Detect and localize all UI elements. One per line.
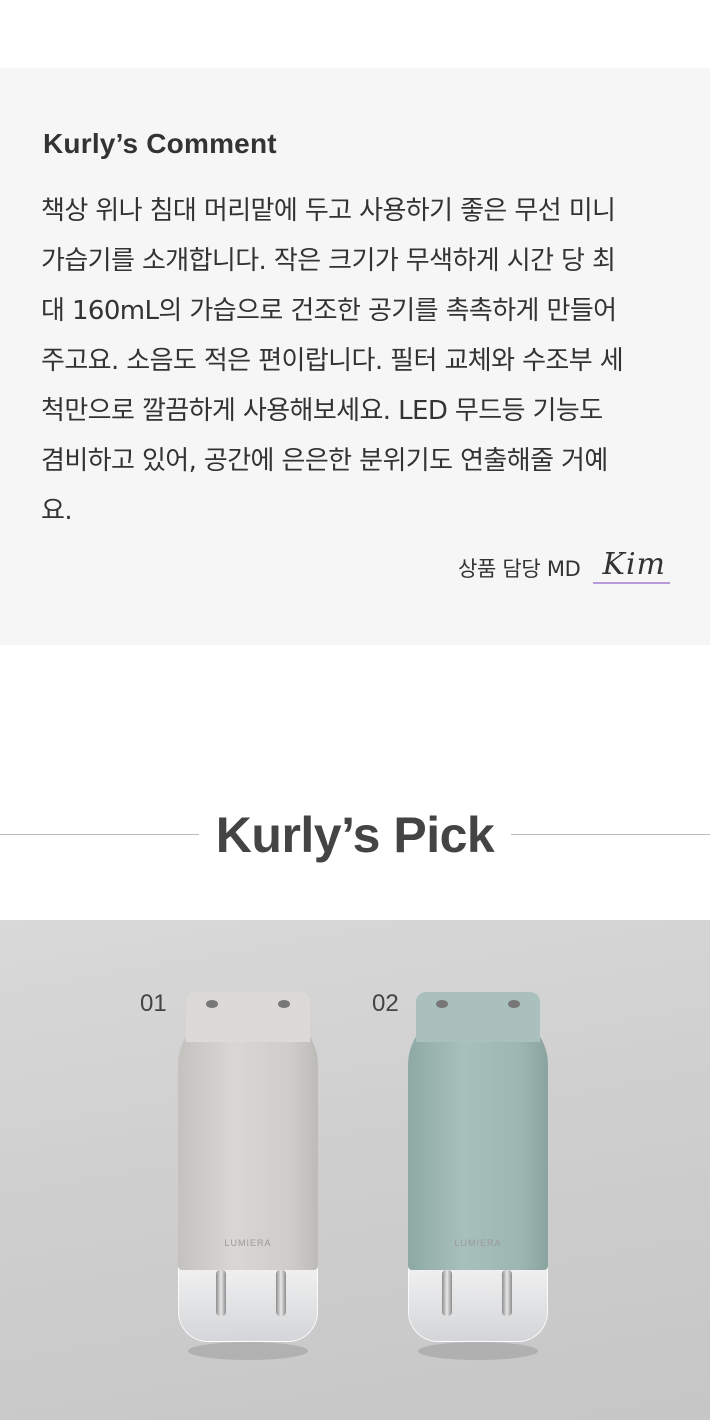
comment-line: 주고요. 소음도 적은 편이랍니다. 필터 교체와 수조부 세 — [41, 346, 624, 376]
humidifier-01: LUMIERA — [178, 992, 318, 1360]
comment-line: 요. — [41, 496, 73, 526]
comment-body: 책상 위나 침대 머리맡에 두고 사용하기 좋은 무선 미니 가습기를 소개합니… — [41, 186, 676, 536]
md-signature: 상품 담당 MD Kim — [458, 548, 670, 584]
mist-hole — [508, 1000, 520, 1008]
comment-line: 척만으로 깔끔하게 사용해보세요. LED 무드등 기능도 — [41, 396, 603, 426]
md-label: 상품 담당 MD — [458, 557, 581, 581]
wick-pin — [442, 1270, 452, 1316]
pick-heading: Kurly’s Pick — [0, 800, 710, 870]
mist-hole — [206, 1000, 218, 1008]
water-tank — [178, 1262, 318, 1342]
device-cap — [186, 992, 310, 1042]
pick-title: Kurly’s Pick — [215, 807, 495, 863]
device-body — [178, 1010, 318, 1270]
brand-logo: LUMIERA — [224, 1238, 272, 1248]
md-name-signature: Kim — [592, 548, 670, 584]
device-shadow — [418, 1342, 538, 1360]
item-number-01: 01 — [140, 990, 167, 1017]
comment-line: 겸비하고 있어, 공간에 은은한 분위기도 연출해줄 거예 — [41, 446, 608, 476]
device-body — [408, 1010, 548, 1270]
comment-line: 가습기를 소개합니다. 작은 크기가 무색하게 시간 당 최 — [41, 246, 616, 276]
brand-logo: LUMIERA — [454, 1238, 502, 1248]
device-shadow — [188, 1342, 308, 1360]
device-cap — [416, 992, 540, 1042]
divider-right — [511, 834, 710, 835]
wick-pin — [276, 1270, 286, 1316]
humidifier-02: LUMIERA — [408, 992, 548, 1360]
comment-line: 대 160mL의 가습으로 건조한 공기를 촉촉하게 만들어 — [41, 296, 617, 326]
item-number-02: 02 — [372, 990, 399, 1017]
mist-hole — [278, 1000, 290, 1008]
product-photo: 01 LUMIERA 02 LUMIERA — [0, 920, 710, 1420]
wick-pin — [216, 1270, 226, 1316]
water-tank — [408, 1262, 548, 1342]
wick-pin — [502, 1270, 512, 1316]
comment-line: 책상 위나 침대 머리맡에 두고 사용하기 좋은 무선 미니 — [41, 196, 616, 226]
comment-title: Kurly’s Comment — [43, 128, 277, 159]
mist-hole — [436, 1000, 448, 1008]
